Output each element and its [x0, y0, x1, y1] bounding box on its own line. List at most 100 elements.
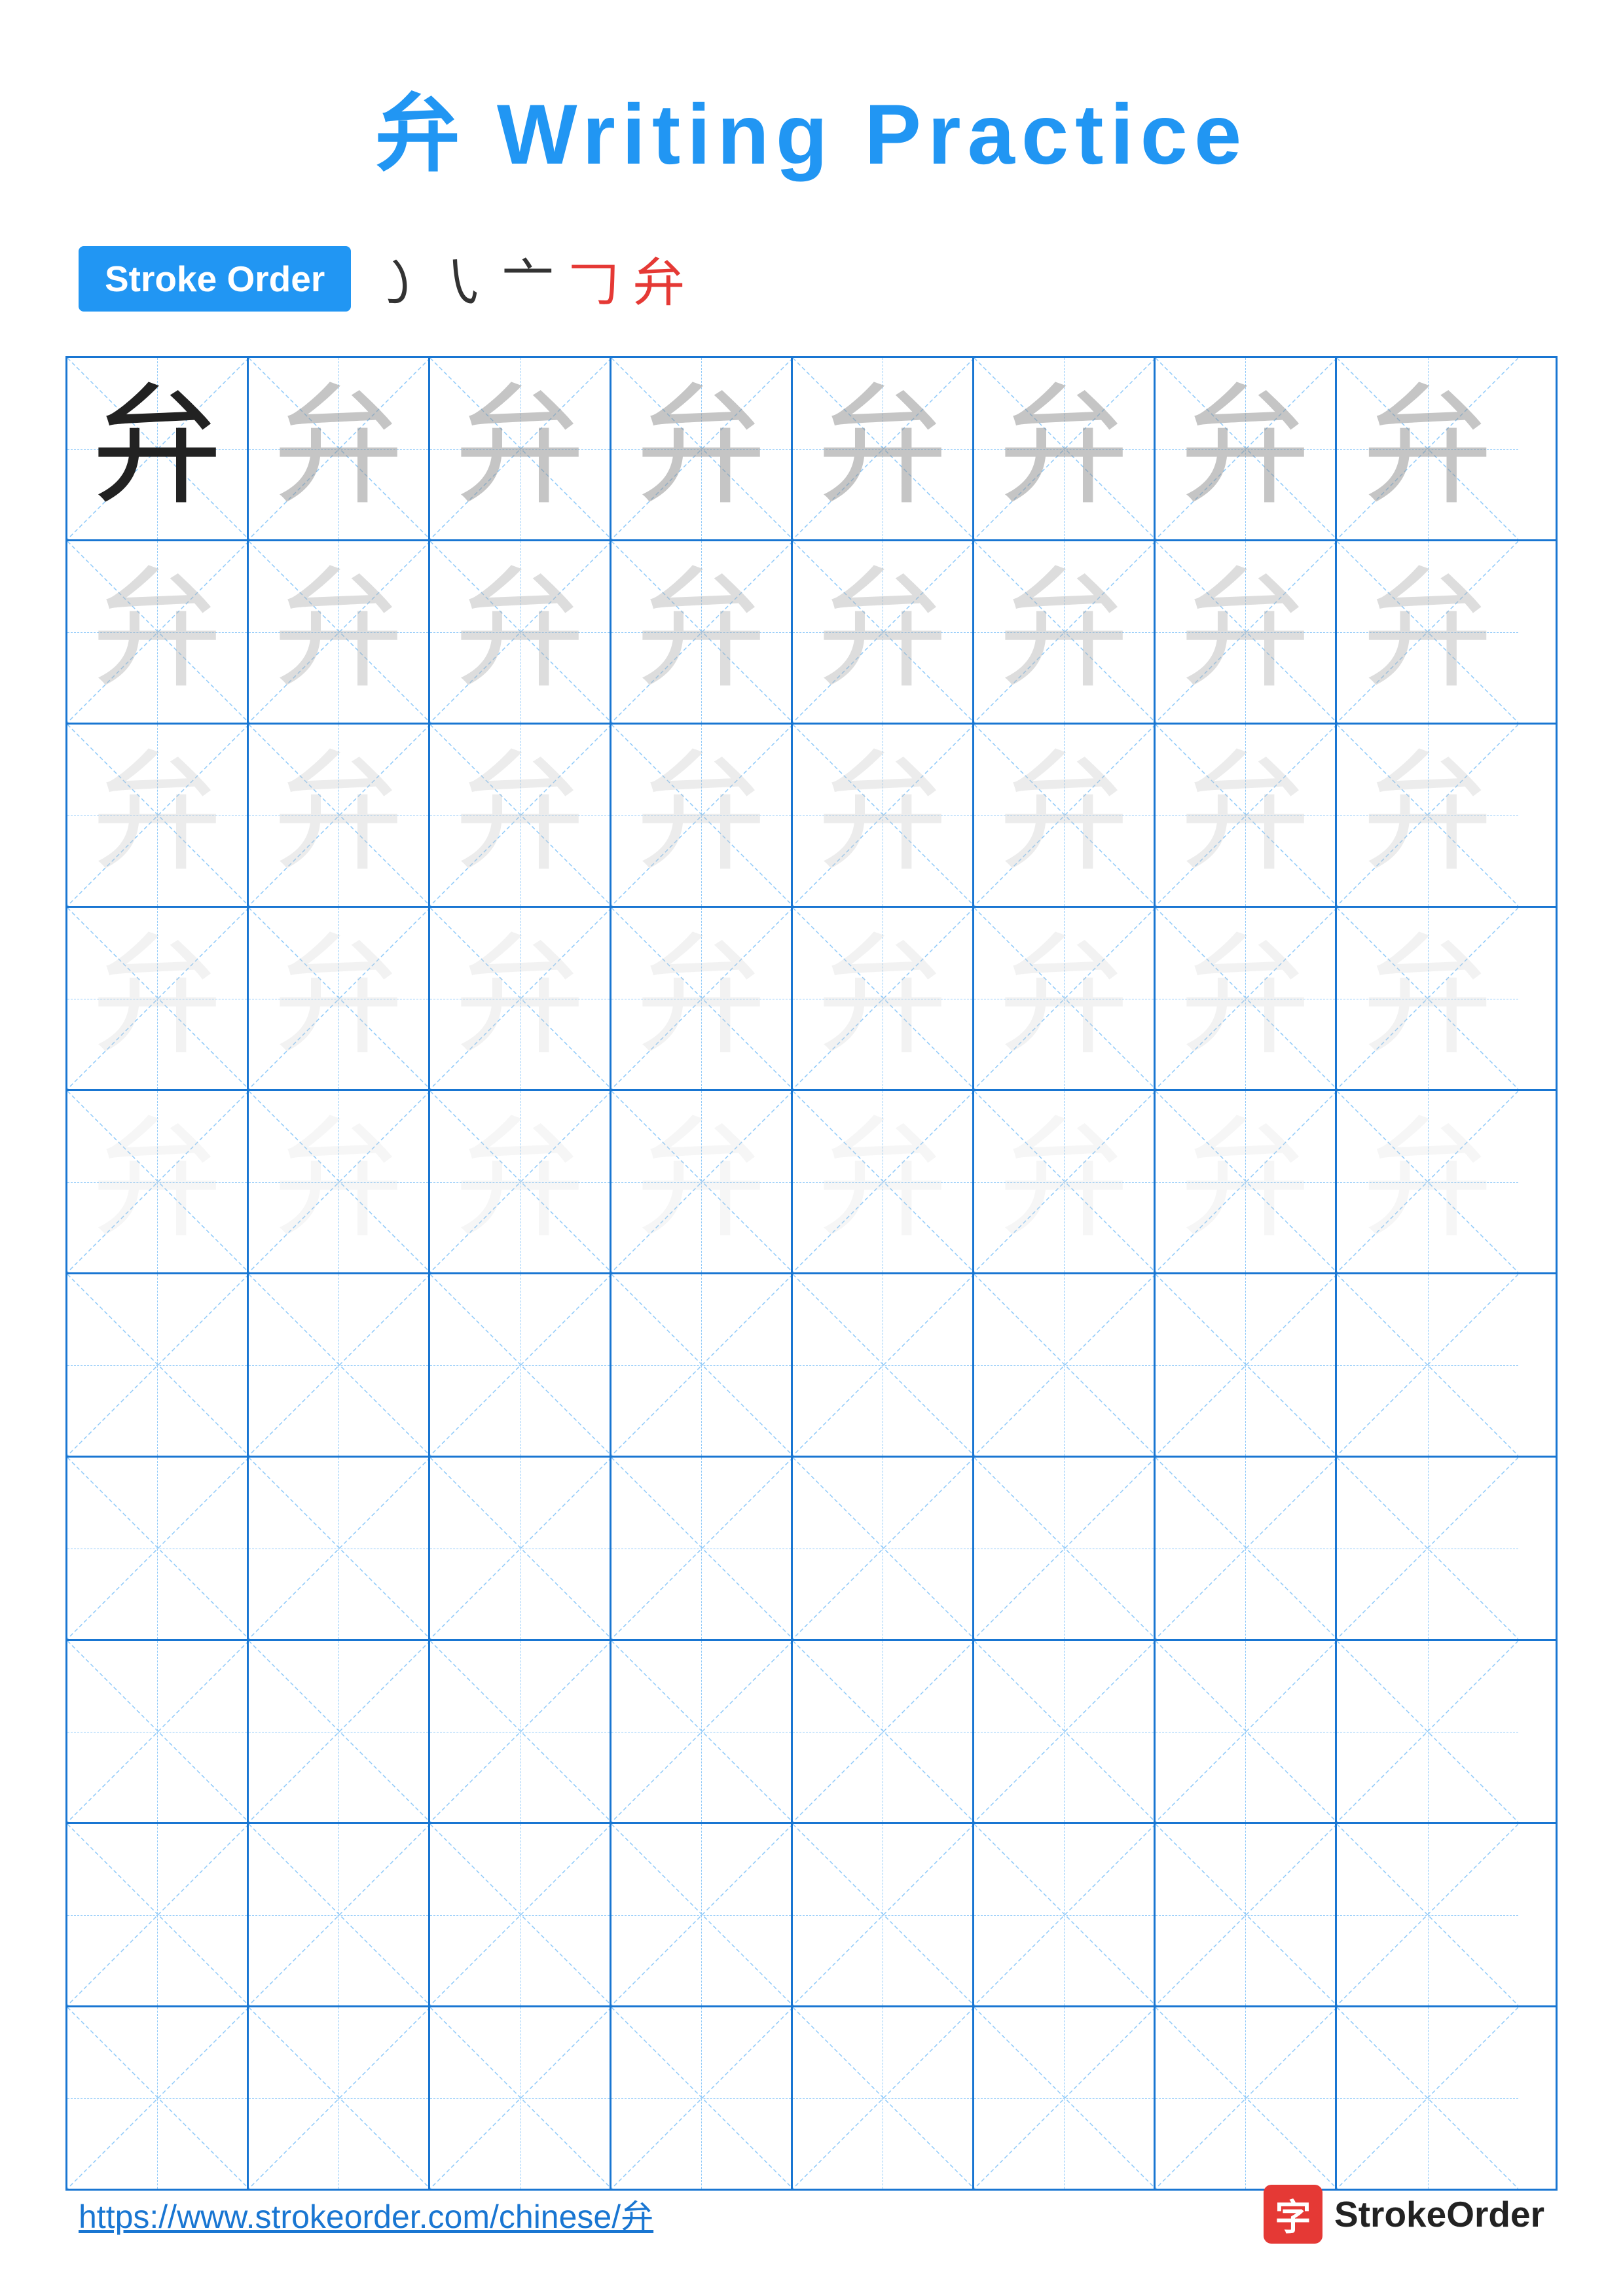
empty-cell[interactable] — [611, 1824, 793, 2005]
grid-cell[interactable]: 弁 — [974, 908, 1156, 1089]
grid-cell[interactable]: 弁 — [793, 358, 974, 539]
grid-cell[interactable]: 弁 — [611, 541, 793, 723]
grid-cell[interactable]: 弁 — [1156, 725, 1337, 906]
empty-cell[interactable] — [249, 1824, 430, 2005]
empty-cell[interactable] — [1337, 2007, 1518, 2189]
practice-char: 弁 — [92, 384, 223, 514]
empty-cell[interactable] — [430, 1274, 611, 1456]
guide-char: 弁 — [1362, 567, 1493, 698]
empty-cell[interactable] — [974, 1274, 1156, 1456]
empty-cell[interactable] — [611, 1274, 793, 1456]
grid-cell[interactable]: 弁 — [67, 541, 249, 723]
empty-cell[interactable] — [1156, 2007, 1337, 2189]
guide-char: 弁 — [998, 933, 1129, 1064]
empty-cell[interactable] — [430, 2007, 611, 2189]
grid-cell[interactable]: 弁 — [1156, 541, 1337, 723]
guide-char: 弁 — [454, 567, 585, 698]
stroke-3: 亠 — [501, 241, 554, 317]
guide-char: 弁 — [1362, 933, 1493, 1064]
empty-cell[interactable] — [611, 2007, 793, 2189]
grid-cell[interactable]: 弁 — [974, 541, 1156, 723]
grid-cell[interactable]: 弁 — [611, 725, 793, 906]
guide-char: 弁 — [1362, 750, 1493, 881]
stroke-5: 弁 — [632, 241, 685, 317]
empty-cell[interactable] — [1156, 1274, 1337, 1456]
grid-cell[interactable]: 弁 — [1156, 908, 1337, 1089]
grid-cell[interactable]: 弁 — [249, 1091, 430, 1272]
grid-cell[interactable]: 弁 — [67, 725, 249, 906]
empty-cell[interactable] — [974, 1641, 1156, 1822]
empty-cell[interactable] — [67, 1824, 249, 2005]
grid-cell[interactable]: 弁 — [1156, 1091, 1337, 1272]
grid-row: 弁 弁 弁 弁 弁 弁 弁 弁 — [67, 1091, 1556, 1274]
empty-cell[interactable] — [249, 1641, 430, 1822]
grid-cell[interactable]: 弁 — [249, 358, 430, 539]
grid-cell[interactable]: 弁 — [430, 1091, 611, 1272]
empty-cell[interactable] — [249, 1458, 430, 1639]
grid-cell[interactable]: 弁 — [793, 541, 974, 723]
empty-cell[interactable] — [1156, 1641, 1337, 1822]
grid-cell[interactable]: 弁 — [249, 725, 430, 906]
grid-cell[interactable]: 弁 — [793, 1091, 974, 1272]
empty-cell[interactable] — [793, 1458, 974, 1639]
grid-cell[interactable]: 弁 — [611, 358, 793, 539]
grid-cell[interactable]: 弁 — [430, 725, 611, 906]
footer-url[interactable]: https://www.strokeorder.com/chinese/弁 — [79, 2191, 653, 2238]
empty-cell[interactable] — [611, 1641, 793, 1822]
empty-cell[interactable] — [1156, 1824, 1337, 2005]
grid-cell[interactable]: 弁 — [430, 358, 611, 539]
empty-cell[interactable] — [1337, 1641, 1518, 1822]
grid-cell[interactable]: 弁 — [1156, 358, 1337, 539]
grid-cell[interactable]: 弁 — [67, 908, 249, 1089]
empty-cell[interactable] — [1337, 1824, 1518, 2005]
grid-cell[interactable]: 弁 — [611, 1091, 793, 1272]
guide-char: 弁 — [92, 1117, 223, 1247]
grid-cell[interactable]: 弁 — [67, 358, 249, 539]
grid-row-empty — [67, 1274, 1556, 1458]
empty-cell[interactable] — [793, 1274, 974, 1456]
grid-cell[interactable]: 弁 — [249, 541, 430, 723]
empty-cell[interactable] — [67, 2007, 249, 2189]
guide-char: 弁 — [636, 567, 767, 698]
grid-cell[interactable]: 弁 — [1337, 908, 1518, 1089]
empty-cell[interactable] — [793, 2007, 974, 2189]
empty-cell[interactable] — [793, 1641, 974, 1822]
grid-cell[interactable]: 弁 — [1337, 541, 1518, 723]
logo-text: StrokeOrder — [1334, 2193, 1544, 2235]
grid-cell[interactable]: 弁 — [430, 908, 611, 1089]
guide-char: 弁 — [92, 567, 223, 698]
grid-cell[interactable]: 弁 — [974, 725, 1156, 906]
empty-cell[interactable] — [430, 1824, 611, 2005]
empty-cell[interactable] — [1337, 1458, 1518, 1639]
empty-cell[interactable] — [249, 1274, 430, 1456]
guide-char: 弁 — [636, 1117, 767, 1247]
empty-cell[interactable] — [430, 1458, 611, 1639]
grid-cell[interactable]: 弁 — [1337, 1091, 1518, 1272]
footer: https://www.strokeorder.com/chinese/弁 字 … — [79, 2185, 1544, 2244]
empty-cell[interactable] — [974, 1458, 1156, 1639]
guide-char: 弁 — [92, 933, 223, 1064]
grid-cell[interactable]: 弁 — [249, 908, 430, 1089]
empty-cell[interactable] — [611, 1458, 793, 1639]
empty-cell[interactable] — [1156, 1458, 1337, 1639]
grid-cell[interactable]: 弁 — [430, 541, 611, 723]
empty-cell[interactable] — [974, 1824, 1156, 2005]
grid-cell[interactable]: 弁 — [793, 725, 974, 906]
guide-char: 弁 — [454, 384, 585, 514]
stroke-1: ㇁ — [371, 241, 423, 317]
empty-cell[interactable] — [430, 1641, 611, 1822]
grid-cell[interactable]: 弁 — [1337, 358, 1518, 539]
empty-cell[interactable] — [67, 1641, 249, 1822]
empty-cell[interactable] — [67, 1274, 249, 1456]
grid-cell[interactable]: 弁 — [974, 1091, 1156, 1272]
grid-cell[interactable]: 弁 — [67, 1091, 249, 1272]
empty-cell[interactable] — [67, 1458, 249, 1639]
empty-cell[interactable] — [249, 2007, 430, 2189]
grid-cell[interactable]: 弁 — [1337, 725, 1518, 906]
empty-cell[interactable] — [974, 2007, 1156, 2189]
grid-cell[interactable]: 弁 — [793, 908, 974, 1089]
grid-cell[interactable]: 弁 — [974, 358, 1156, 539]
empty-cell[interactable] — [793, 1824, 974, 2005]
grid-cell[interactable]: 弁 — [611, 908, 793, 1089]
empty-cell[interactable] — [1337, 1274, 1518, 1456]
